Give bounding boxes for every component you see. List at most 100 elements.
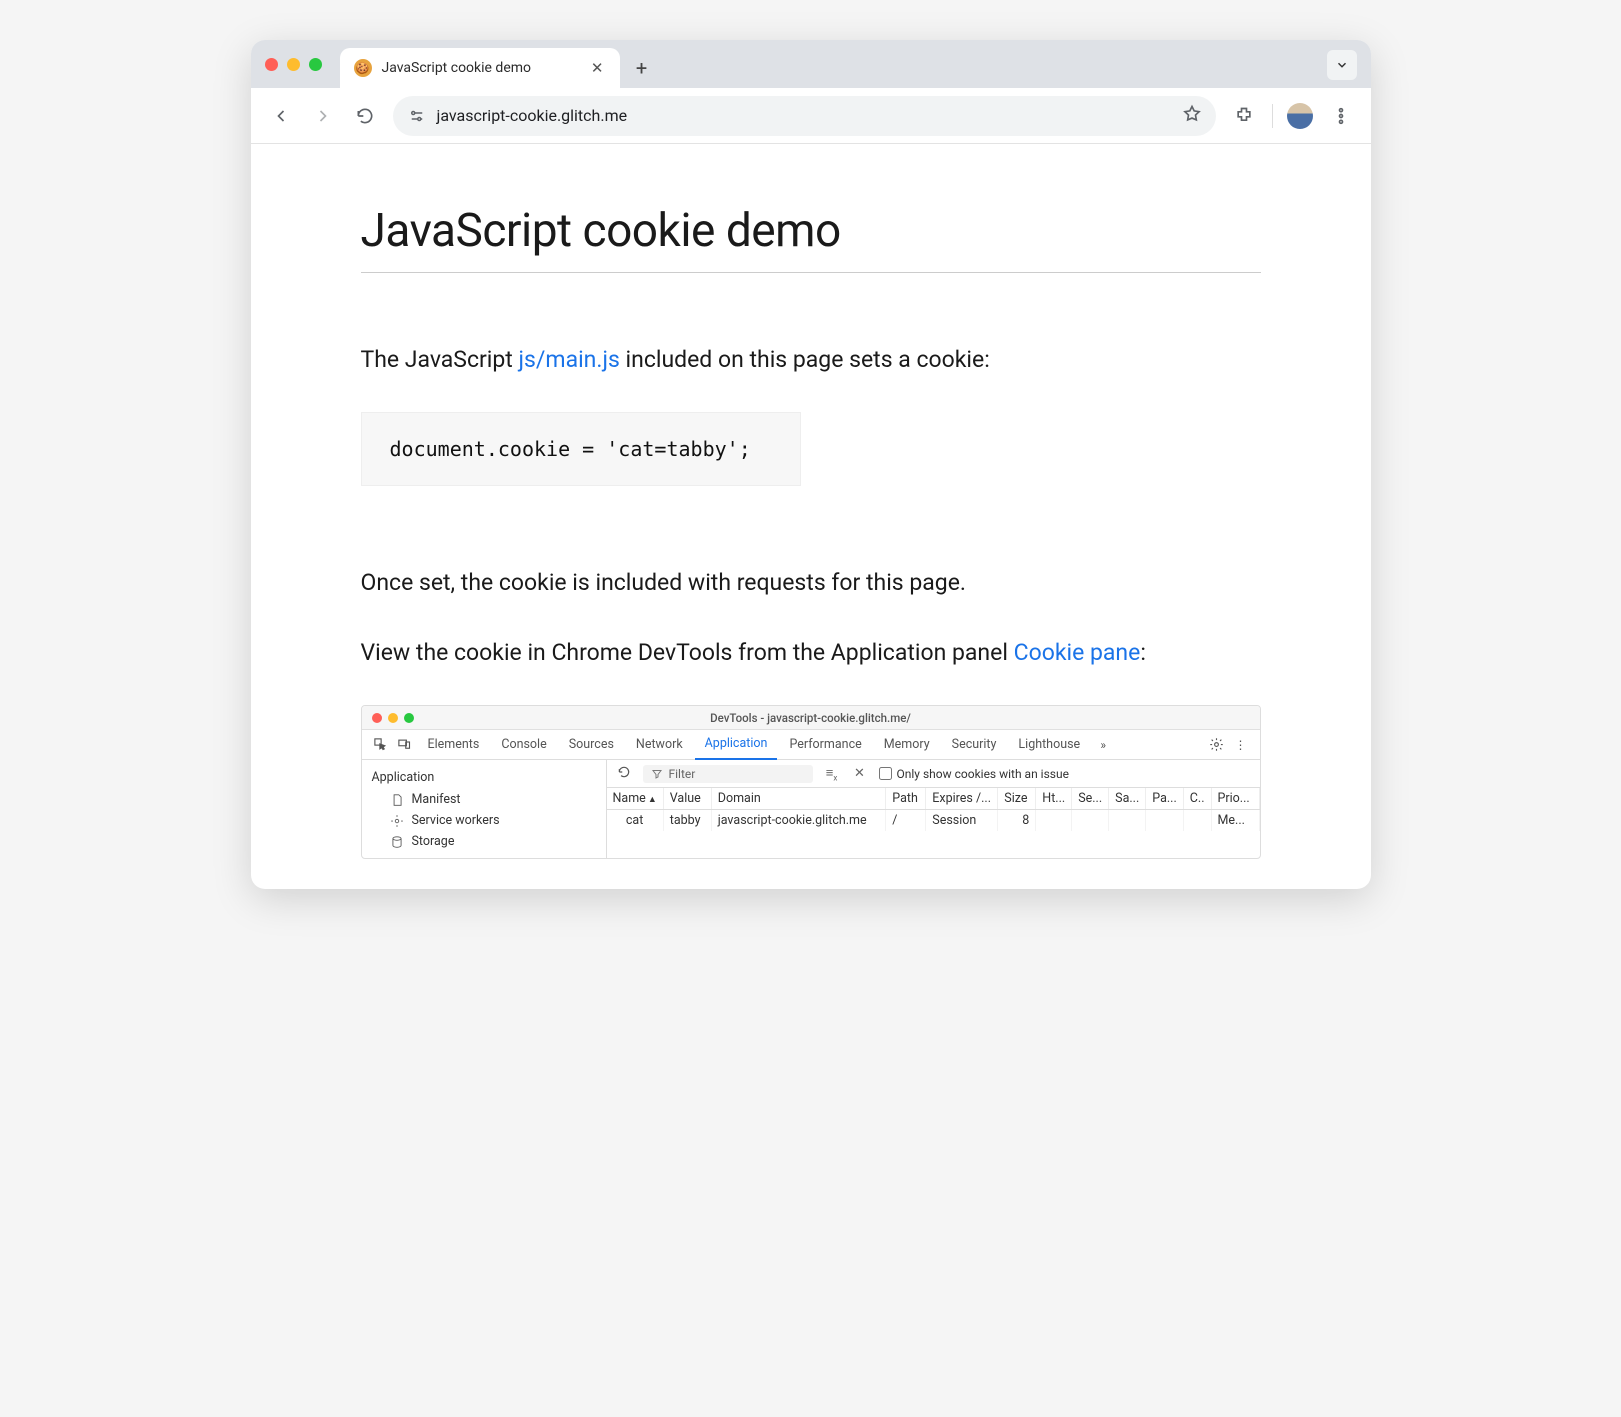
cell-samesite (1109, 810, 1146, 832)
clear-all-icon[interactable]: ✕ (851, 766, 869, 781)
col-httponly[interactable]: Ht... (1036, 788, 1072, 810)
favicon-cookie-icon: 🍪 (354, 59, 372, 77)
sidebar-item-manifest[interactable]: Manifest (362, 789, 606, 810)
cell-size: 8 (998, 810, 1036, 832)
sidebar-label-service-workers: Service workers (412, 813, 500, 828)
devtools-tab-application[interactable]: Application (695, 730, 778, 760)
profile-avatar[interactable] (1287, 103, 1313, 129)
address-bar[interactable]: javascript-cookie.glitch.me (393, 96, 1216, 136)
site-info-icon[interactable] (407, 106, 427, 126)
paragraph-3: View the cookie in Chrome DevTools from … (361, 636, 1261, 669)
browser-toolbar: javascript-cookie.glitch.me (251, 88, 1371, 144)
col-size[interactable]: Size (998, 788, 1036, 810)
devtools-tab-performance[interactable]: Performance (779, 730, 871, 760)
devtools-main: Filter ≡x ✕ Only show cookies with an is… (607, 760, 1260, 858)
cell-secure (1072, 810, 1109, 832)
chrome-menu-button[interactable] (1327, 102, 1355, 130)
col-partition[interactable]: Pa... (1146, 788, 1184, 810)
devtools-sidebar: Application Manifest Service workers Sto… (362, 760, 607, 858)
inspect-icon[interactable] (370, 737, 392, 752)
only-issue-checkbox[interactable]: Only show cookies with an issue (879, 767, 1069, 781)
toolbar-divider (1272, 104, 1273, 128)
devtools-tab-console[interactable]: Console (491, 730, 556, 760)
filter-placeholder: Filter (669, 767, 696, 781)
cookies-filter-input[interactable]: Filter (643, 765, 813, 783)
window-zoom-button[interactable] (309, 58, 322, 71)
devtools-titlebar: DevTools - javascript-cookie.glitch.me/ (362, 706, 1260, 730)
intro-paragraph: The JavaScript js/main.js included on th… (361, 343, 1261, 376)
refresh-cookies-icon[interactable] (615, 765, 633, 783)
devtools-tab-network[interactable]: Network (626, 730, 693, 760)
devtools-tab-sources[interactable]: Sources (559, 730, 624, 760)
devtools-title: DevTools - javascript-cookie.glitch.me/ (362, 711, 1260, 725)
intro-text-pre: The JavaScript (361, 346, 519, 373)
devtools-tab-memory[interactable]: Memory (874, 730, 940, 760)
col-cross[interactable]: C.. (1183, 788, 1211, 810)
col-secure[interactable]: Se... (1072, 788, 1109, 810)
cell-priority: Me... (1211, 810, 1259, 832)
only-issue-label: Only show cookies with an issue (897, 767, 1069, 781)
extensions-button[interactable] (1230, 102, 1258, 130)
tabs-dropdown-button[interactable] (1327, 50, 1357, 80)
col-expires[interactable]: Expires /... (926, 788, 998, 810)
window-close-button[interactable] (265, 58, 278, 71)
col-domain[interactable]: Domain (711, 788, 886, 810)
paragraph-2: Once set, the cookie is included with re… (361, 566, 1261, 599)
cookie-pane-link[interactable]: Cookie pane (1014, 639, 1141, 666)
browser-window: 🍪 JavaScript cookie demo ✕ + javasc (251, 40, 1371, 889)
sidebar-label-storage: Storage (412, 834, 455, 849)
devtools-tab-security[interactable]: Security (942, 730, 1007, 760)
window-controls (265, 40, 340, 88)
page-heading: JavaScript cookie demo (361, 204, 1261, 273)
bookmark-star-icon[interactable] (1182, 104, 1202, 128)
cell-value: tabby (663, 810, 711, 832)
col-name[interactable]: Name▲ (607, 788, 664, 810)
cell-cross (1183, 810, 1211, 832)
cell-httponly (1036, 810, 1072, 832)
devtools-tab-elements[interactable]: Elements (418, 730, 490, 760)
window-minimize-button[interactable] (287, 58, 300, 71)
intro-text-post: included on this page sets a cookie: (620, 346, 990, 373)
cell-expires: Session (926, 810, 998, 832)
devtools-body: Application Manifest Service workers Sto… (362, 760, 1260, 858)
cookies-toolbar: Filter ≡x ✕ Only show cookies with an is… (607, 760, 1260, 788)
cookies-table: Name▲ Value Domain Path Expires /... Siz… (607, 788, 1260, 831)
url-text: javascript-cookie.glitch.me (437, 106, 628, 125)
reload-button[interactable] (351, 102, 379, 130)
cell-path: / (886, 810, 926, 832)
only-issue-checkbox-input[interactable] (879, 767, 892, 780)
browser-tab[interactable]: 🍪 JavaScript cookie demo ✕ (340, 48, 620, 88)
main-js-link[interactable]: js/main.js (519, 346, 620, 373)
sidebar-item-storage[interactable]: Storage (362, 831, 606, 852)
cell-partition (1146, 810, 1184, 832)
forward-button[interactable] (309, 102, 337, 130)
code-block: document.cookie = 'cat=tabby'; (361, 412, 801, 486)
devtools-tab-bar: Elements Console Sources Network Applica… (362, 730, 1260, 760)
clear-filter-icon[interactable]: ≡x (823, 765, 841, 783)
para3-post: : (1140, 639, 1146, 666)
col-samesite[interactable]: Sa... (1109, 788, 1146, 810)
devtools-menu-icon[interactable]: ⋮ (1230, 738, 1252, 752)
cell-name: cat (607, 810, 664, 832)
devtools-tab-lighthouse[interactable]: Lighthouse (1008, 730, 1090, 760)
tab-strip: 🍪 JavaScript cookie demo ✕ + (251, 40, 1371, 88)
back-button[interactable] (267, 102, 295, 130)
sidebar-label-manifest: Manifest (412, 792, 461, 807)
para3-pre: View the cookie in Chrome DevTools from … (361, 639, 1014, 666)
tab-close-button[interactable]: ✕ (589, 57, 606, 79)
tab-title: JavaScript cookie demo (382, 60, 532, 76)
col-priority[interactable]: Prio... (1211, 788, 1259, 810)
cookies-header-row: Name▲ Value Domain Path Expires /... Siz… (607, 788, 1260, 810)
sidebar-header-application: Application (362, 766, 606, 789)
devtools-screenshot: DevTools - javascript-cookie.glitch.me/ … (361, 705, 1261, 859)
page-content: JavaScript cookie demo The JavaScript js… (251, 144, 1371, 889)
col-path[interactable]: Path (886, 788, 926, 810)
new-tab-button[interactable]: + (626, 52, 658, 84)
device-toggle-icon[interactable] (394, 737, 416, 752)
col-value[interactable]: Value (663, 788, 711, 810)
devtools-more-tabs-icon[interactable]: » (1092, 738, 1114, 752)
cell-domain: javascript-cookie.glitch.me (711, 810, 886, 832)
sidebar-item-service-workers[interactable]: Service workers (362, 810, 606, 831)
cookie-row[interactable]: cat tabby javascript-cookie.glitch.me / … (607, 810, 1260, 832)
devtools-settings-icon[interactable] (1206, 737, 1228, 752)
